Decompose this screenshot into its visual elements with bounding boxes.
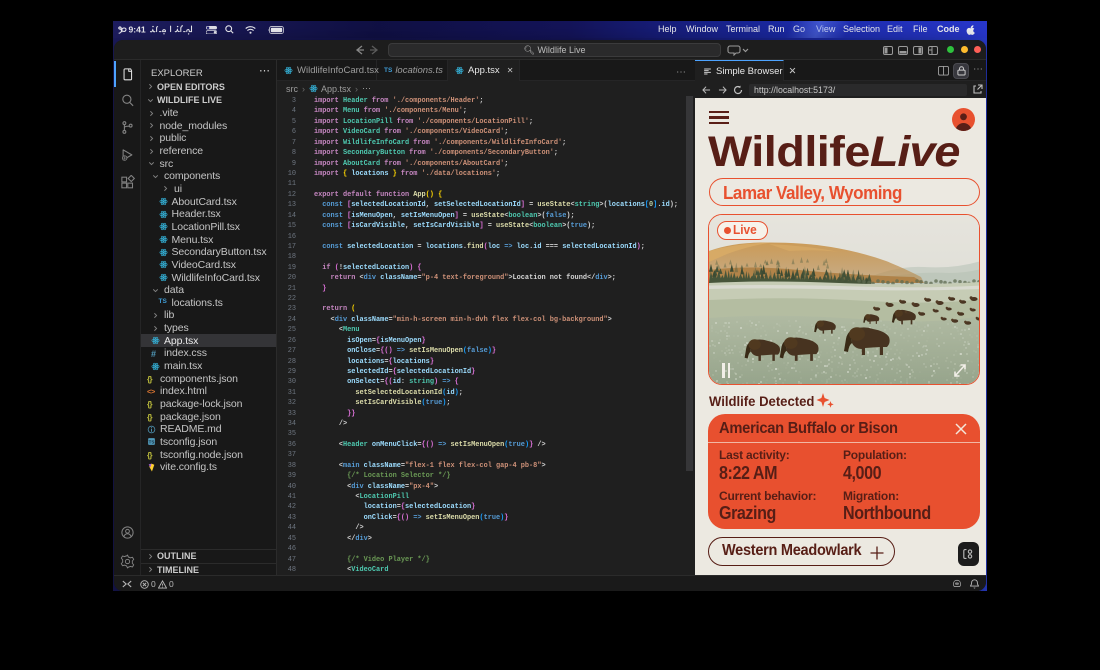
svg-text:9:41: 9:41 (129, 24, 146, 34)
svg-text:TS: TS (149, 440, 155, 445)
